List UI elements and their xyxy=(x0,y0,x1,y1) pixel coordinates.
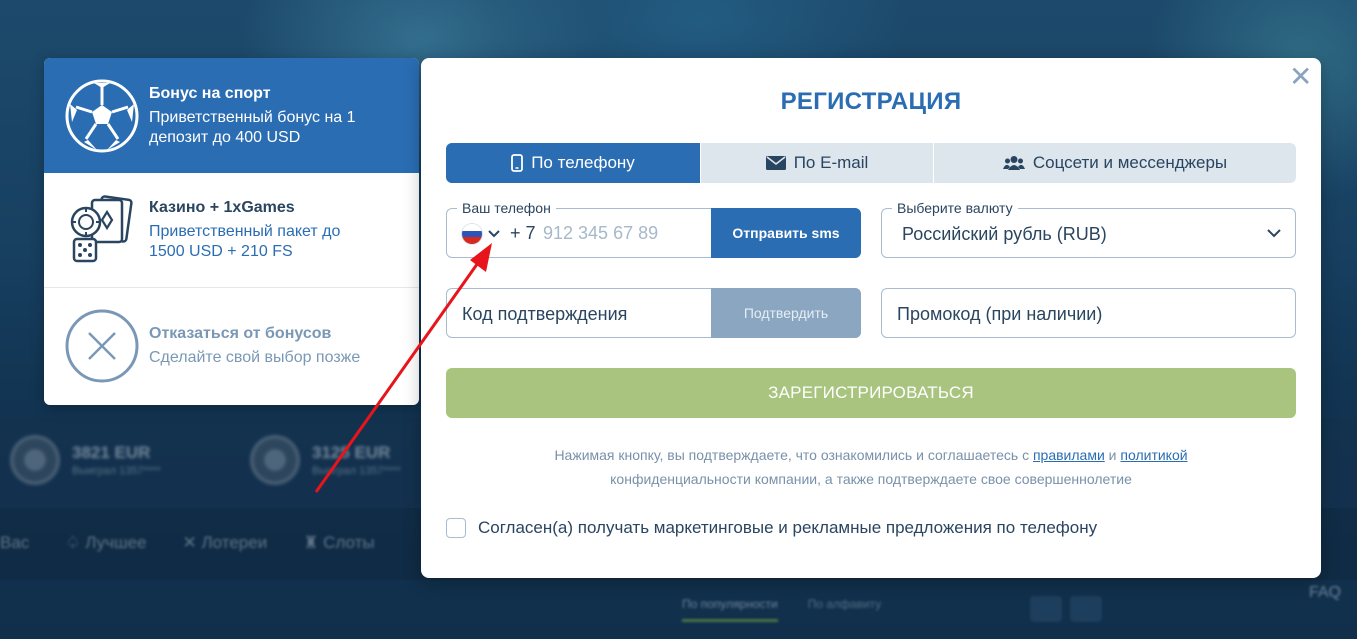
country-selector[interactable] xyxy=(462,224,500,244)
bonus-desc: Приветственный бонус на 1 депозит до 400… xyxy=(149,108,356,146)
nav-item[interactable]: ♜ Слоты xyxy=(303,533,374,553)
modal-title: РЕГИСТРАЦИЯ xyxy=(780,88,962,115)
bonus-desc: Приветственный пакет до 1500 USD + 210 F… xyxy=(149,223,341,260)
currency-select[interactable]: Выберите валюту Российский рубль (RUB) xyxy=(881,200,1296,258)
background-nav: Вас ♤ Лучшее ✕ Лотереи ♜ Слоты xyxy=(0,533,375,553)
russia-flag-icon xyxy=(462,224,482,244)
bonus-option-sport[interactable]: Бонус на спорт Приветственный бонус на 1… xyxy=(44,58,419,173)
football-icon xyxy=(64,78,140,154)
confirmation-code-input[interactable] xyxy=(462,301,702,327)
coin-icon xyxy=(250,435,300,485)
registration-tabs: По телефону По E-mail Соцсети и мессендж… xyxy=(446,143,1296,183)
decline-x-icon xyxy=(64,308,140,384)
consent-label: Согласен(а) получать маркетинговые и рек… xyxy=(478,518,1098,537)
sort-popular[interactable]: По популярности xyxy=(682,597,778,622)
tab-social[interactable]: Соцсети и мессенджеры xyxy=(934,143,1296,183)
send-sms-button[interactable]: Отправить sms xyxy=(711,208,861,258)
casino-icon xyxy=(64,192,140,268)
close-icon[interactable]: ✕ xyxy=(1289,63,1312,91)
registration-modal: ✕ РЕГИСТРАЦИЯ По телефону По E-mail Соцс… xyxy=(421,58,1321,578)
bonus-title: Бонус на спорт xyxy=(149,84,271,102)
country-code: + 7 xyxy=(510,223,536,243)
bonus-title: Отказаться от бонусов xyxy=(149,324,332,342)
promo-code-input[interactable] xyxy=(897,301,1277,327)
phone-input[interactable] xyxy=(543,219,703,247)
confirm-button[interactable]: Подтвердить xyxy=(711,288,861,338)
register-button[interactable]: ЗАРЕГИСТРИРОВАТЬСЯ xyxy=(446,368,1296,418)
currency-value: Российский рубль (RUB) xyxy=(902,224,1107,244)
chevron-down-icon xyxy=(1267,225,1281,243)
background-win-item: 3125 EUR Выиграл 1357**** xyxy=(250,435,401,485)
sort-alpha[interactable]: По алфавиту xyxy=(808,597,882,622)
phone-legend: Ваш телефон xyxy=(457,200,556,216)
faq-link[interactable]: FAQ xyxy=(1309,584,1341,602)
bonus-option-decline[interactable]: Отказаться от бонусов Сделайте свой выбо… xyxy=(44,288,419,403)
bonus-panel: Бонус на спорт Приветственный бонус на 1… xyxy=(44,58,419,405)
tab-phone[interactable]: По телефону xyxy=(446,143,701,183)
phone-icon xyxy=(511,154,524,172)
background-win-item: 3821 EUR Выиграл 1357**** xyxy=(10,435,161,485)
bonus-option-casino[interactable]: Казино + 1xGames Приветственный пакет до… xyxy=(44,173,419,288)
consent-checkbox[interactable] xyxy=(446,518,466,538)
bonus-title: Казино + 1xGames xyxy=(149,199,295,216)
phone-field: Ваш телефон + 7 Отправить sms xyxy=(446,200,861,258)
policy-link[interactable]: политикой xyxy=(1120,447,1187,463)
rules-link[interactable]: правилами xyxy=(1033,447,1105,463)
marketing-consent[interactable]: Согласен(а) получать маркетинговые и рек… xyxy=(446,518,1097,538)
coin-icon xyxy=(10,435,60,485)
nav-item[interactable]: ♤ Лучшее xyxy=(65,533,146,553)
terms-text: Нажимая кнопку, вы подтверждаете, что оз… xyxy=(554,447,1188,487)
tab-email[interactable]: По E-mail xyxy=(701,143,934,183)
nav-item[interactable]: ✕ Лотереи xyxy=(183,533,268,553)
nav-item[interactable]: Вас xyxy=(0,533,29,553)
bonus-desc: Сделайте свой выбор позже xyxy=(149,348,361,366)
chevron-down-icon xyxy=(488,225,500,243)
users-icon xyxy=(1002,155,1025,171)
confirmation-code-field: Подтвердить xyxy=(446,288,861,338)
promo-code-field xyxy=(881,288,1296,338)
background-sort: По популярности По алфавиту xyxy=(682,597,881,622)
currency-legend: Выберите валюту xyxy=(892,200,1018,216)
view-toggle[interactable] xyxy=(1030,596,1102,622)
mail-icon xyxy=(765,156,786,170)
